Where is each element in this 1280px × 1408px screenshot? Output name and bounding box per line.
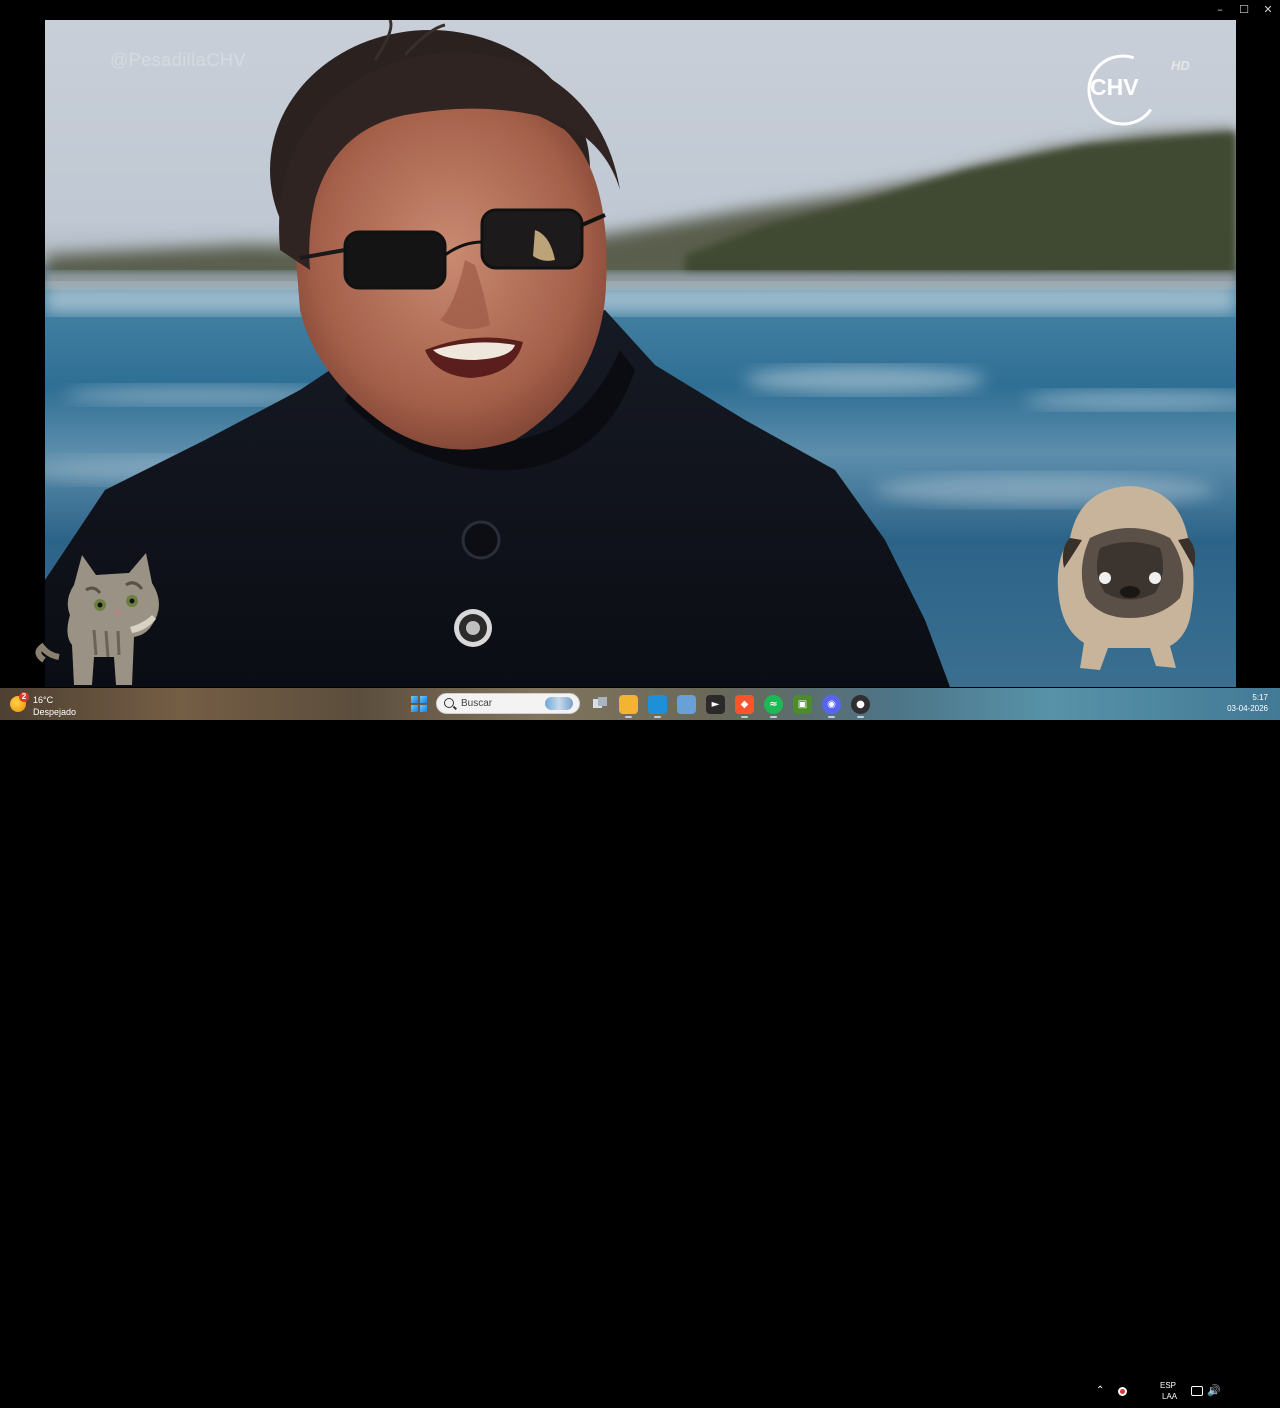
taskbar-clock[interactable]: 5:17 03-04-2026 (1227, 692, 1268, 714)
weather-notification-badge: 2 (19, 692, 29, 702)
volume-icon[interactable]: 🔊 (1207, 1384, 1221, 1397)
windows-logo-tile (420, 705, 427, 712)
close-button[interactable]: ✕ (1256, 0, 1280, 18)
hd-badge: HD (1171, 58, 1190, 73)
store-icon[interactable] (677, 694, 696, 714)
windows-logo-tile (411, 696, 418, 703)
minimize-button[interactable]: – (1208, 0, 1232, 18)
clock-date: 03-04-2026 (1227, 704, 1268, 713)
weather-condition: Despejado (33, 707, 77, 717)
start-button[interactable] (411, 696, 427, 712)
pug-desktop-pet[interactable] (1050, 478, 1200, 678)
windows-logo-tile (420, 696, 427, 703)
weather-temperature: 16°C (33, 695, 54, 705)
brave-icon[interactable]: ◆ (735, 694, 754, 718)
video-watermark: @PesadillaCHV (110, 50, 246, 70)
search-icon (444, 698, 454, 708)
recording-indicator-icon[interactable] (1118, 1387, 1127, 1396)
edge-icon[interactable] (648, 694, 667, 718)
task-view-icon[interactable] (590, 695, 609, 714)
folder-icon[interactable] (619, 694, 638, 718)
show-hidden-icons-chevron-icon[interactable]: ⌃ (1096, 1385, 1104, 1396)
terminal-icon[interactable]: ► (706, 694, 725, 714)
taskbar-pinned-apps: ► ◆ ≈ ▣ ◉ ● (590, 692, 870, 718)
search-highlight-image (545, 697, 573, 710)
windows-logo-tile (411, 705, 418, 712)
window-titlebar: – ☐ ✕ (1208, 0, 1280, 18)
search-placeholder: Buscar (461, 698, 493, 709)
network-icon[interactable] (1191, 1386, 1203, 1396)
discord-icon[interactable]: ◉ (822, 694, 841, 718)
minecraft-icon[interactable]: ▣ (793, 694, 812, 714)
input-language-secondary[interactable]: LAA (1162, 1392, 1177, 1401)
clock-time: 5:17 (1252, 693, 1268, 702)
obs-icon[interactable]: ● (851, 694, 870, 718)
spotify-icon[interactable]: ≈ (764, 694, 783, 718)
chv-logo-text: CHV (1090, 74, 1139, 100)
input-language-primary[interactable]: ESP (1160, 1381, 1176, 1390)
taskbar-search-box[interactable]: Buscar (436, 693, 580, 714)
weather-widget[interactable]: 2 16°C Despejado (10, 692, 90, 718)
chv-channel-logo: CHV HD (1085, 50, 1195, 130)
maximize-button[interactable]: ☐ (1232, 0, 1256, 18)
cat-desktop-pet[interactable] (34, 545, 174, 690)
